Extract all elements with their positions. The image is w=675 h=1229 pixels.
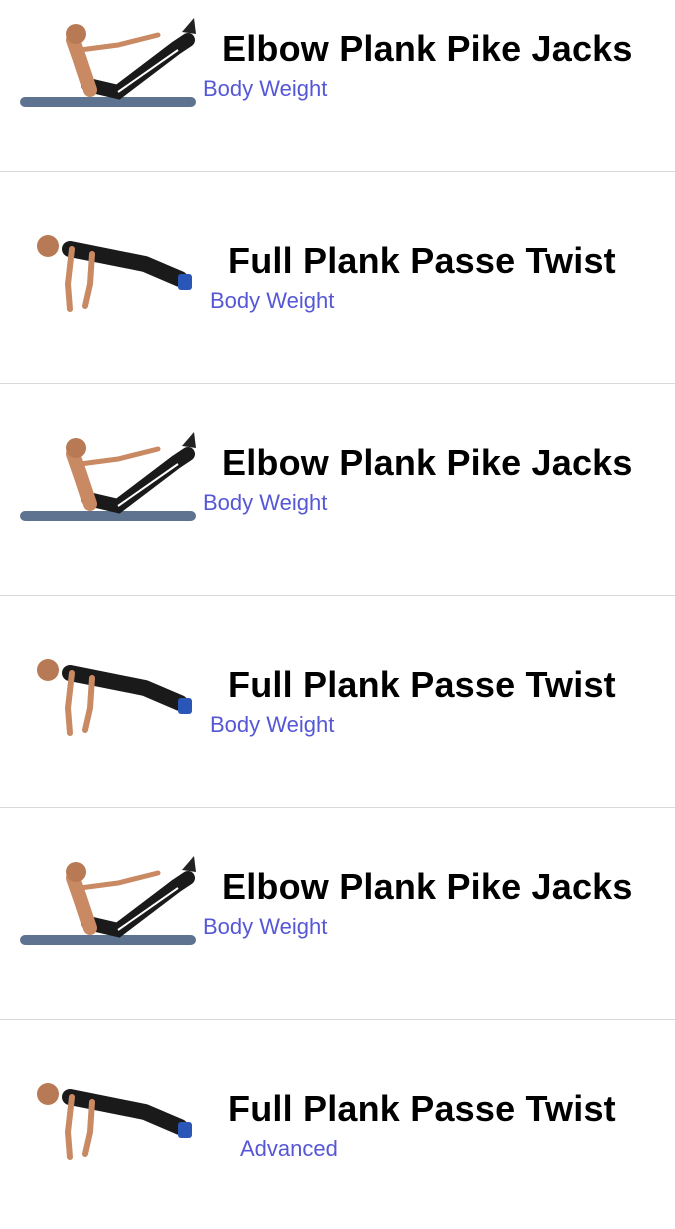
- exercise-category: Body Weight: [203, 914, 328, 939]
- exercise-category: Advanced: [240, 1136, 338, 1161]
- v-sit-exercise-icon: [18, 424, 198, 534]
- v-sit-exercise-icon: [18, 848, 198, 958]
- exercise-row[interactable]: Elbow Plank Pike Jacks Body Weight: [0, 0, 675, 172]
- exercise-title: Full Plank Passe Twist: [228, 1088, 616, 1129]
- exercise-row[interactable]: Full Plank Passe Twist Advanced: [0, 1020, 675, 1229]
- exercise-row[interactable]: Elbow Plank Pike Jacks Body Weight: [0, 808, 675, 1020]
- exercise-title: Elbow Plank Pike Jacks: [222, 28, 633, 69]
- exercise-title: Elbow Plank Pike Jacks: [222, 866, 633, 907]
- exercise-list: Elbow Plank Pike Jacks Body Weight Full …: [0, 0, 675, 1229]
- push-up-plank-exercise-icon: [30, 224, 210, 334]
- exercise-title: Elbow Plank Pike Jacks: [222, 442, 633, 483]
- exercise-category: Body Weight: [210, 712, 335, 737]
- exercise-title: Full Plank Passe Twist: [228, 664, 616, 705]
- exercise-category: Body Weight: [203, 490, 328, 515]
- push-up-plank-exercise-icon: [30, 648, 210, 758]
- exercise-row[interactable]: Elbow Plank Pike Jacks Body Weight: [0, 384, 675, 596]
- exercise-row[interactable]: Full Plank Passe Twist Body Weight: [0, 596, 675, 808]
- v-sit-exercise-icon: [18, 10, 198, 120]
- exercise-category: Body Weight: [203, 76, 328, 101]
- exercise-category: Body Weight: [210, 288, 335, 313]
- exercise-title: Full Plank Passe Twist: [228, 240, 616, 281]
- push-up-plank-exercise-icon: [30, 1072, 210, 1182]
- exercise-row[interactable]: Full Plank Passe Twist Body Weight: [0, 172, 675, 384]
